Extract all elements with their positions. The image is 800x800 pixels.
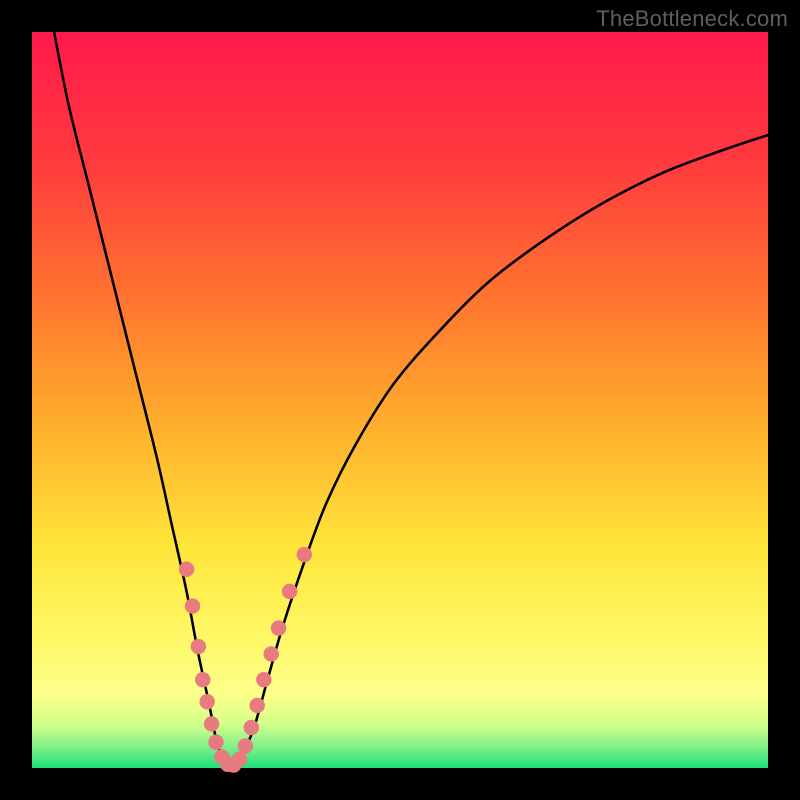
watermark-text: TheBottleneck.com	[596, 6, 788, 32]
data-marker	[208, 735, 223, 750]
data-marker	[271, 620, 286, 635]
data-marker	[249, 698, 264, 713]
chart-frame: TheBottleneck.com	[0, 0, 800, 800]
data-marker	[244, 720, 259, 735]
data-marker	[297, 547, 312, 562]
data-marker	[204, 716, 219, 731]
data-marker	[263, 646, 278, 661]
data-marker	[191, 639, 206, 654]
data-marker	[199, 694, 214, 709]
data-marker	[282, 584, 297, 599]
data-marker	[195, 672, 210, 687]
data-marker	[238, 738, 253, 753]
data-marker	[256, 672, 271, 687]
chart-svg	[32, 32, 768, 768]
data-marker	[185, 598, 200, 613]
bottleneck-curve	[54, 32, 768, 768]
data-marker	[179, 562, 194, 577]
data-marker	[232, 751, 247, 766]
plot-area	[32, 32, 768, 768]
